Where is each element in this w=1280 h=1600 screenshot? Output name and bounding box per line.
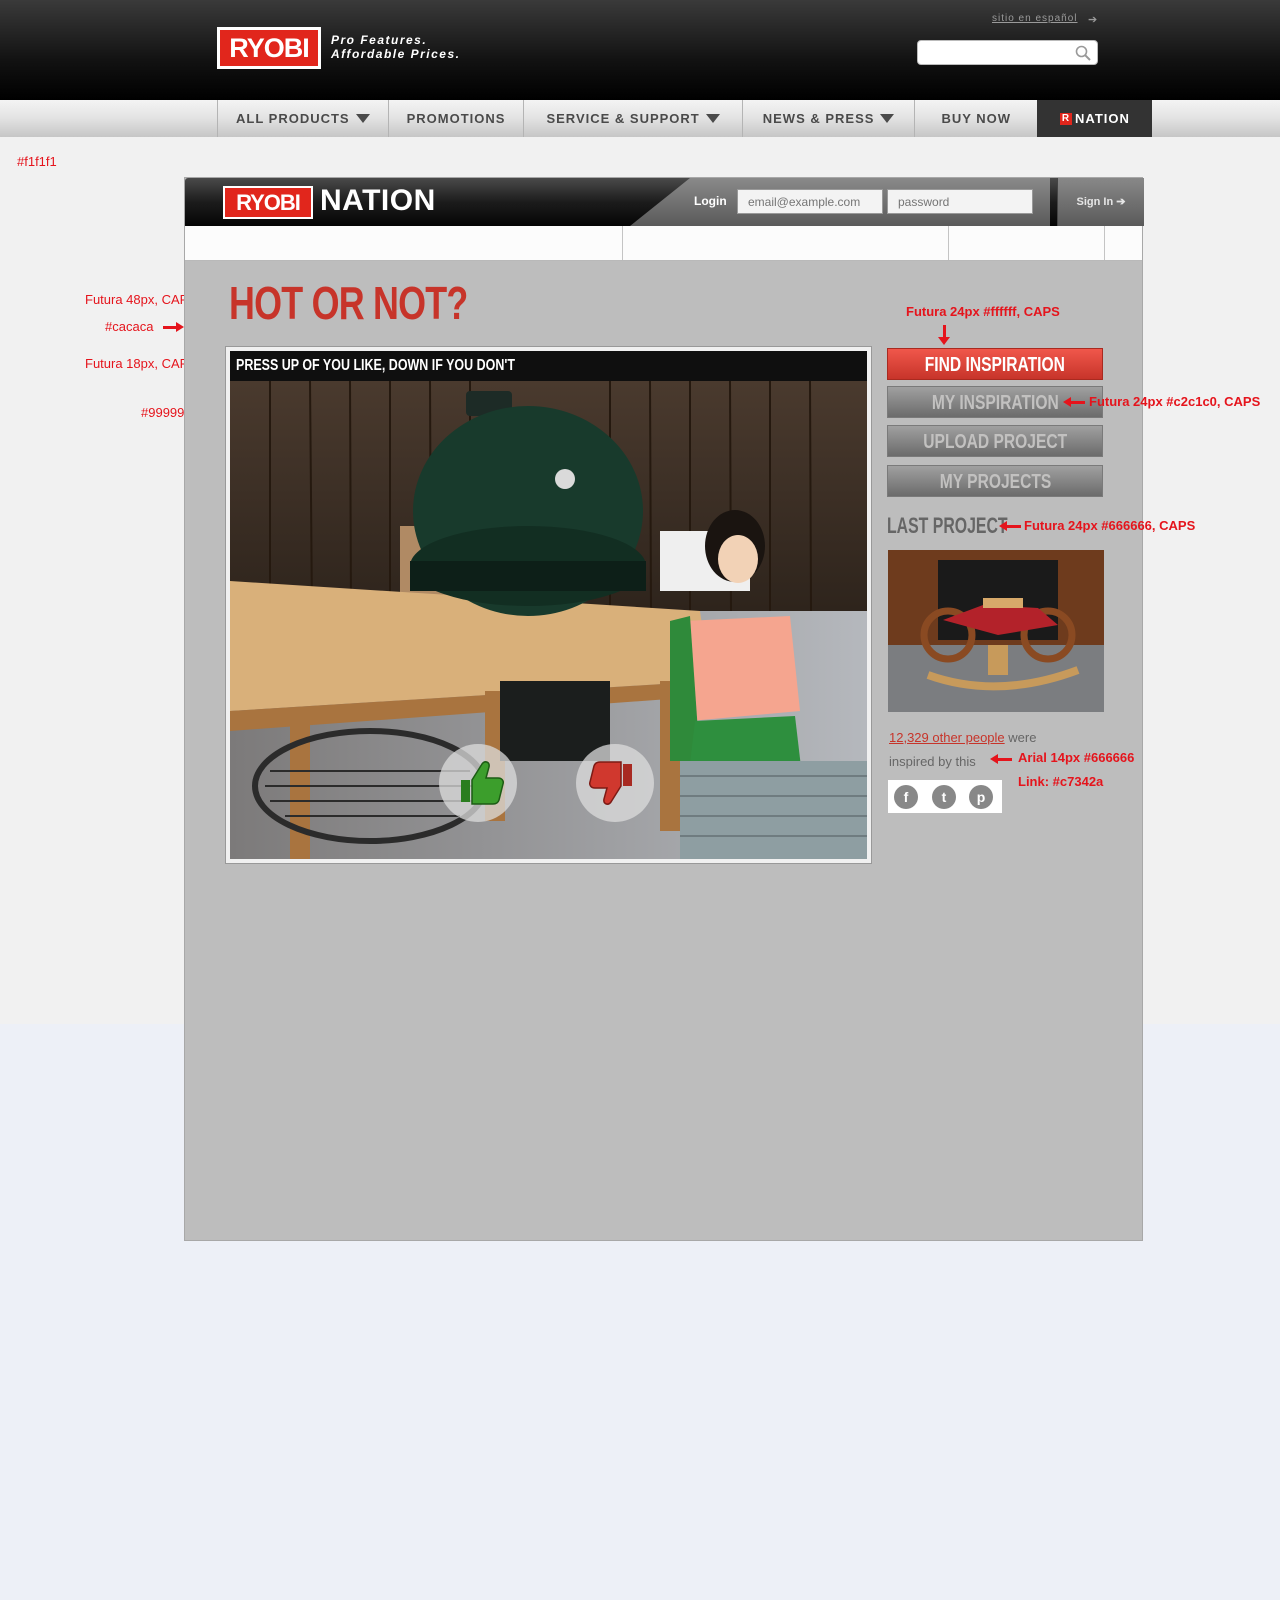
arrow-icon: [990, 754, 1012, 764]
tagline-line-2: Affordable Prices.: [331, 47, 461, 61]
arrow-head-icon: [938, 337, 950, 345]
nav-nation[interactable]: R NATION: [1037, 100, 1152, 137]
pinterest-icon[interactable]: p: [969, 785, 993, 809]
dropdown-caret-icon: [705, 114, 720, 123]
arrow-right-icon: ➔: [1088, 14, 1098, 26]
nation-logo-text: RYOBI: [225, 188, 311, 217]
find-inspiration-button[interactable]: FIND INSPIRATION: [887, 348, 1103, 380]
motorcycle-rocker-image: [888, 550, 1104, 712]
divider: [948, 226, 949, 260]
nav-label: SERVICE & SUPPORT: [546, 111, 700, 126]
divider: [622, 226, 623, 260]
nav-buy-now[interactable]: BUY NOW: [914, 100, 1037, 137]
button-label: UPLOAD PROJECT: [923, 431, 1067, 453]
password-field[interactable]: [887, 189, 1033, 214]
site-header: RYOBI Pro Features. Affordable Prices. s…: [0, 0, 1280, 100]
ryobi-logo[interactable]: RYOBI: [217, 27, 321, 69]
thumbs-up-icon: [461, 761, 504, 805]
dropdown-caret-icon: [355, 114, 370, 123]
last-project-thumbnail[interactable]: [888, 550, 1104, 712]
ryobi-nation-panel: RYOBI NATION Login Sign In ➔ HOT OR NOT?…: [184, 177, 1144, 1241]
annotation-title-font: Futura 48px, CAPS: [85, 292, 197, 307]
thumbs-down-icon: [589, 761, 632, 805]
arrow-icon: [163, 322, 184, 332]
r-badge-icon: R: [1060, 112, 1073, 125]
nav-service-support[interactable]: SERVICE & SUPPORT: [523, 100, 741, 137]
annotation-last-project-font: Futura 24px #666666, CAPS: [1024, 518, 1196, 533]
annotation-gray-button-font: Futura 24px #c2c1c0, CAPS: [1089, 394, 1261, 409]
vote-down-button[interactable]: [576, 744, 654, 822]
nav-label: PROMOTIONS: [406, 111, 506, 126]
instruction-bar: PRESS UP OF YOU LIKE, DOWN IF YOU DON'T: [230, 351, 867, 381]
language-link[interactable]: sitio en español: [992, 13, 1078, 24]
nav-label: NEWS & PRESS: [762, 111, 875, 126]
search-input[interactable]: [917, 40, 1098, 65]
button-label: FIND INSPIRATION: [924, 354, 1066, 376]
logo-text: RYOBI: [220, 30, 318, 66]
tagline-line-1: Pro Features.: [331, 33, 428, 47]
share-box: f t p: [888, 780, 1002, 813]
inspired-text-1: were: [1008, 730, 1037, 745]
arrow-icon: [999, 521, 1021, 531]
nav-news-press[interactable]: NEWS & PRESS: [741, 100, 915, 137]
my-projects-button[interactable]: MY PROJECTS: [887, 465, 1103, 497]
login-label: Login: [694, 194, 727, 208]
instruction-text: PRESS UP OF YOU LIKE, DOWN IF YOU DON'T: [236, 357, 515, 374]
nation-wordmark: NATION: [320, 184, 436, 217]
project-photo-image: [230, 381, 867, 859]
dropdown-caret-icon: [880, 114, 895, 123]
project-photo: [230, 381, 867, 859]
sign-in-button[interactable]: Sign In ➔: [1057, 178, 1144, 226]
nav-label: NATION: [1075, 111, 1130, 126]
tagline: Pro Features. Affordable Prices.: [331, 33, 531, 61]
nation-header: RYOBI NATION Login Sign In ➔: [185, 178, 1144, 226]
facebook-icon[interactable]: f: [894, 785, 918, 809]
divider: [1104, 226, 1105, 260]
twitter-icon[interactable]: t: [932, 785, 956, 809]
email-field[interactable]: [737, 189, 883, 214]
annotation-red-button-font: Futura 24px #ffffff, CAPS: [906, 304, 1060, 319]
annotation-title-color: #cacaca: [105, 319, 154, 334]
annotation-bar-font: Futura 18px, CAPS: [85, 356, 197, 371]
search-icon[interactable]: [1075, 45, 1091, 61]
nav-label: ALL PRODUCTS: [236, 111, 350, 126]
annotation-page-bg: #f1f1f1: [17, 154, 57, 169]
button-label: MY INSPIRATION: [931, 392, 1059, 414]
arrow-icon: [1063, 397, 1085, 407]
nav-label: BUY NOW: [941, 111, 1012, 126]
nation-logo[interactable]: RYOBI: [223, 186, 313, 219]
hot-or-not-viewer: PRESS UP OF YOU LIKE, DOWN IF YOU DON'T: [225, 346, 872, 864]
page-title: HOT OR NOT?: [229, 277, 468, 329]
annotation-link-color: Link: #c7342a: [1018, 774, 1104, 789]
nav-all-products[interactable]: ALL PRODUCTS: [217, 100, 388, 137]
vote-up-button[interactable]: [439, 744, 517, 822]
inspired-count-link[interactable]: 12,329 other people: [889, 730, 1005, 745]
last-project-label: LAST PROJECT: [887, 513, 1008, 538]
main-nav: ALL PRODUCTS PROMOTIONS SERVICE & SUPPOR…: [0, 100, 1280, 137]
nav-promotions[interactable]: PROMOTIONS: [387, 100, 524, 137]
upload-project-button[interactable]: UPLOAD PROJECT: [887, 425, 1103, 457]
annotation-body-font: Arial 14px #666666: [1018, 750, 1135, 765]
button-label: MY PROJECTS: [939, 471, 1051, 493]
sub-nav-bar: [185, 226, 1142, 261]
inspired-text-2: inspired by this: [889, 754, 976, 769]
